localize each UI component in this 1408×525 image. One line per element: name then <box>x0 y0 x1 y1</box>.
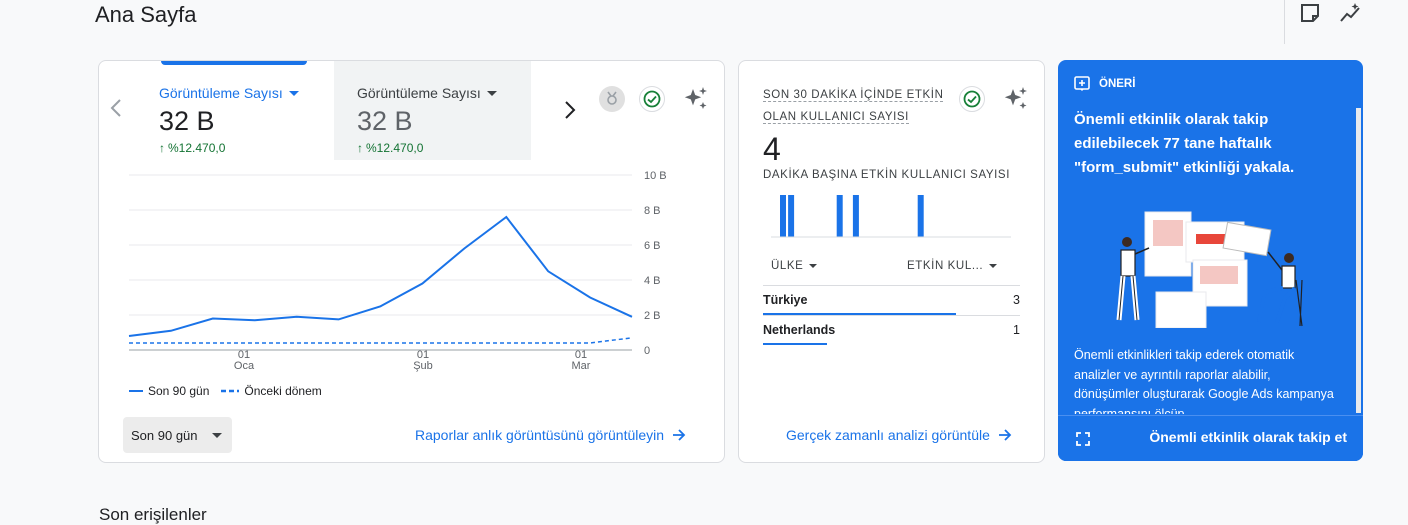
country-name: Netherlands <box>763 323 836 337</box>
realtime-active-users-value: 4 <box>763 131 781 167</box>
sparkle-icon[interactable] <box>1003 86 1029 112</box>
country-active-users: 3 <box>1013 293 1020 307</box>
recommendation-footer: Önemli etkinlik olarak takip et <box>1058 415 1363 461</box>
overview-card: Görüntüleme Sayısı 32 B ↑ %12.470,0 Görü… <box>98 60 725 463</box>
y-tick-label: 8 B <box>644 205 661 217</box>
metric-tab-1-change: %12.470,0 <box>168 141 226 155</box>
y-tick-label: 2 B <box>644 310 661 322</box>
metric-tab-2[interactable]: Görüntüleme Sayısı 32 B ↑ %12.470,0 <box>357 85 497 155</box>
metric-tab-2-label: Görüntüleme Sayısı <box>357 85 481 101</box>
x-tick-month: Oca <box>234 360 255 372</box>
metric-tab-2-change: %12.470,0 <box>366 141 424 155</box>
line-chart: 10 B8 B6 B4 B2 B001Oca01Şub01Mar <box>128 170 667 372</box>
minute-bar <box>852 195 859 237</box>
section-title-recent: Son erişilenler <box>99 505 207 524</box>
track-key-event-button[interactable]: Önemli etkinlik olarak takip et <box>1149 429 1347 445</box>
page-title: Ana Sayfa <box>95 2 197 27</box>
country-name: Türkiye <box>763 293 808 307</box>
realtime-title-line1: SON 30 DAKİKA İÇİNDE ETKİN <box>763 89 944 102</box>
dropdown-caret-icon[interactable] <box>288 90 299 96</box>
sparkle-icon[interactable] <box>683 86 709 112</box>
check-circle-icon[interactable] <box>639 86 665 112</box>
country-active-users: 1 <box>1013 323 1020 337</box>
legend-previous-label: Önceki dönem <box>244 384 322 398</box>
table-row[interactable]: Netherlands 1 <box>763 315 1020 345</box>
dropdown-caret-icon <box>809 264 818 268</box>
realtime-card: SON 30 DAKİKA İÇİNDE ETKİN OLAN KULLANIC… <box>738 60 1045 463</box>
insights-icon[interactable] <box>1339 2 1361 24</box>
minute-bar <box>917 195 924 237</box>
table-row[interactable]: Türkiye 3 <box>763 285 1020 315</box>
metric-tab-1-label-row[interactable]: Görüntüleme Sayısı <box>159 85 299 101</box>
active-users-column-header[interactable]: ETKİN KUL... <box>907 260 998 272</box>
metric-tab-1[interactable]: Görüntüleme Sayısı 32 B ↑ %12.470,0 <box>159 85 299 155</box>
minute-bar-chart <box>771 195 1011 238</box>
metric-tab-2-value: 32 B <box>357 106 413 136</box>
recommendation-tag: ÖNERİ <box>1074 76 1135 92</box>
chevron-left-icon[interactable] <box>109 97 123 125</box>
view-realtime-label: Gerçek zamanlı analizi görüntüle <box>786 427 990 443</box>
date-range-label: Son 90 gün <box>131 427 198 443</box>
arrow-right-icon <box>673 429 686 441</box>
recommendation-heading: Önemli etkinlik olarak takip edilebilece… <box>1074 111 1295 176</box>
scrollbar[interactable] <box>1356 108 1361 413</box>
view-reports-snapshot-label: Raporlar anlık görüntüsünü görüntüleyin <box>415 427 665 443</box>
chevron-right-icon[interactable] <box>563 99 577 127</box>
legend-item-previous: Önceki dönem <box>221 384 322 398</box>
metric-tab-1-label: Görüntüleme Sayısı <box>159 85 283 101</box>
check-circle-icon[interactable] <box>959 86 985 112</box>
arrow-right-icon <box>998 429 1012 441</box>
minute-bar <box>780 195 786 237</box>
metric-tab-2-label-row[interactable]: Görüntüleme Sayısı <box>357 85 497 101</box>
legend-item-current: Son 90 gün <box>129 384 209 398</box>
arrow-up-icon: ↑ <box>357 141 363 155</box>
view-reports-snapshot-link[interactable]: Raporlar anlık görüntüsünü görüntüleyin <box>415 427 686 443</box>
badge-icon[interactable] <box>599 86 625 112</box>
y-tick-label: 6 B <box>644 240 661 252</box>
series-line-previous <box>129 337 633 344</box>
recommendation-body: Önemli etkinlikleri takip ederek otomati… <box>1074 348 1334 414</box>
date-range-dropdown[interactable]: Son 90 gün <box>123 417 232 453</box>
minute-bar <box>788 195 795 237</box>
y-tick-label: 4 B <box>644 275 661 287</box>
fullscreen-icon[interactable] <box>1076 432 1090 446</box>
arrow-up-icon: ↑ <box>159 141 165 155</box>
chart-legend: Son 90 gün Önceki dönem <box>129 384 322 398</box>
metric-tab-1-value: 32 B <box>159 106 215 136</box>
dropdown-caret-icon <box>989 264 998 268</box>
y-tick-label: 10 B <box>644 170 667 182</box>
x-tick-month: Şub <box>413 360 433 372</box>
realtime-title: SON 30 DAKİKA İÇİNDE ETKİN OLAN KULLANIC… <box>763 84 944 128</box>
country-column-header[interactable]: ÜLKE <box>771 260 818 272</box>
recommendation-tag-label: ÖNERİ <box>1099 78 1136 90</box>
recommendation-illustration <box>1116 211 1303 328</box>
dropdown-caret-icon <box>211 432 222 438</box>
y-tick-label: 0 <box>644 345 650 357</box>
realtime-title-line2: OLAN KULLANICI SAYISI <box>763 111 909 124</box>
realtime-subtitle: DAKİKA BAŞINA ETKİN KULLANICI SAYISI <box>763 169 1010 181</box>
x-tick-month: Mar <box>572 360 591 372</box>
note-icon[interactable] <box>1299 2 1321 24</box>
active-users-column-label: ETKİN KUL... <box>907 260 984 272</box>
country-column-label: ÜLKE <box>771 260 804 272</box>
legend-current-label: Son 90 gün <box>148 384 210 398</box>
recommendation-card: ÖNERİ Önemli etkinlik olarak takip edile… <box>1058 60 1363 461</box>
metric-tab-active-indicator <box>161 61 307 65</box>
dropdown-caret-icon[interactable] <box>486 90 497 96</box>
view-realtime-link[interactable]: Gerçek zamanlı analizi görüntüle <box>786 427 1012 443</box>
add-box-icon <box>1074 76 1090 91</box>
minute-bar <box>836 195 843 237</box>
series-line-current <box>128 215 633 337</box>
share-bar <box>763 343 827 345</box>
header-divider <box>1284 0 1285 44</box>
